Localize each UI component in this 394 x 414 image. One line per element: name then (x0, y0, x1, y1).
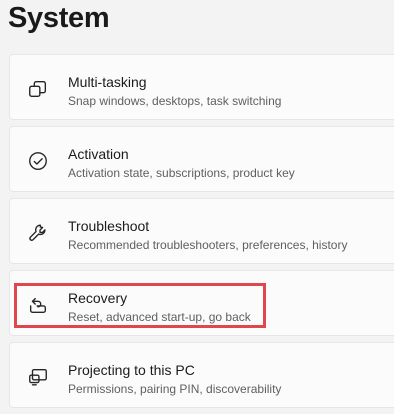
settings-item-title: Projecting to this PC (68, 362, 195, 378)
wrench-icon (26, 221, 50, 245)
recovery-icon (26, 293, 50, 317)
settings-item-activation[interactable]: Activation Activation state, subscriptio… (9, 126, 394, 192)
activation-icon (26, 149, 50, 173)
settings-item-description: Permissions, pairing PIN, discoverabilit… (68, 382, 282, 396)
settings-item-description: Activation state, subscriptions, product… (68, 166, 295, 180)
projecting-icon (26, 365, 50, 389)
settings-item-description: Reset, advanced start-up, go back (68, 310, 251, 324)
settings-list: Multi-tasking Snap windows, desktops, ta… (9, 54, 394, 414)
page-title: System (8, 2, 110, 34)
settings-item-recovery[interactable]: Recovery Reset, advanced start-up, go ba… (9, 270, 394, 336)
settings-item-description: Recommended troubleshooters, preferences… (68, 238, 348, 252)
settings-item-title: Troubleshoot (68, 218, 150, 234)
settings-item-troubleshoot[interactable]: Troubleshoot Recommended troubleshooters… (9, 198, 394, 264)
settings-item-projecting[interactable]: Projecting to this PC Permissions, pairi… (9, 342, 394, 408)
settings-item-title: Multi-tasking (68, 74, 147, 90)
settings-item-description: Snap windows, desktops, task switching (68, 94, 282, 108)
settings-item-title: Activation (68, 146, 129, 162)
settings-item-multitasking[interactable]: Multi-tasking Snap windows, desktops, ta… (9, 54, 394, 120)
settings-item-title: Recovery (68, 290, 128, 306)
multitasking-icon (26, 77, 50, 101)
